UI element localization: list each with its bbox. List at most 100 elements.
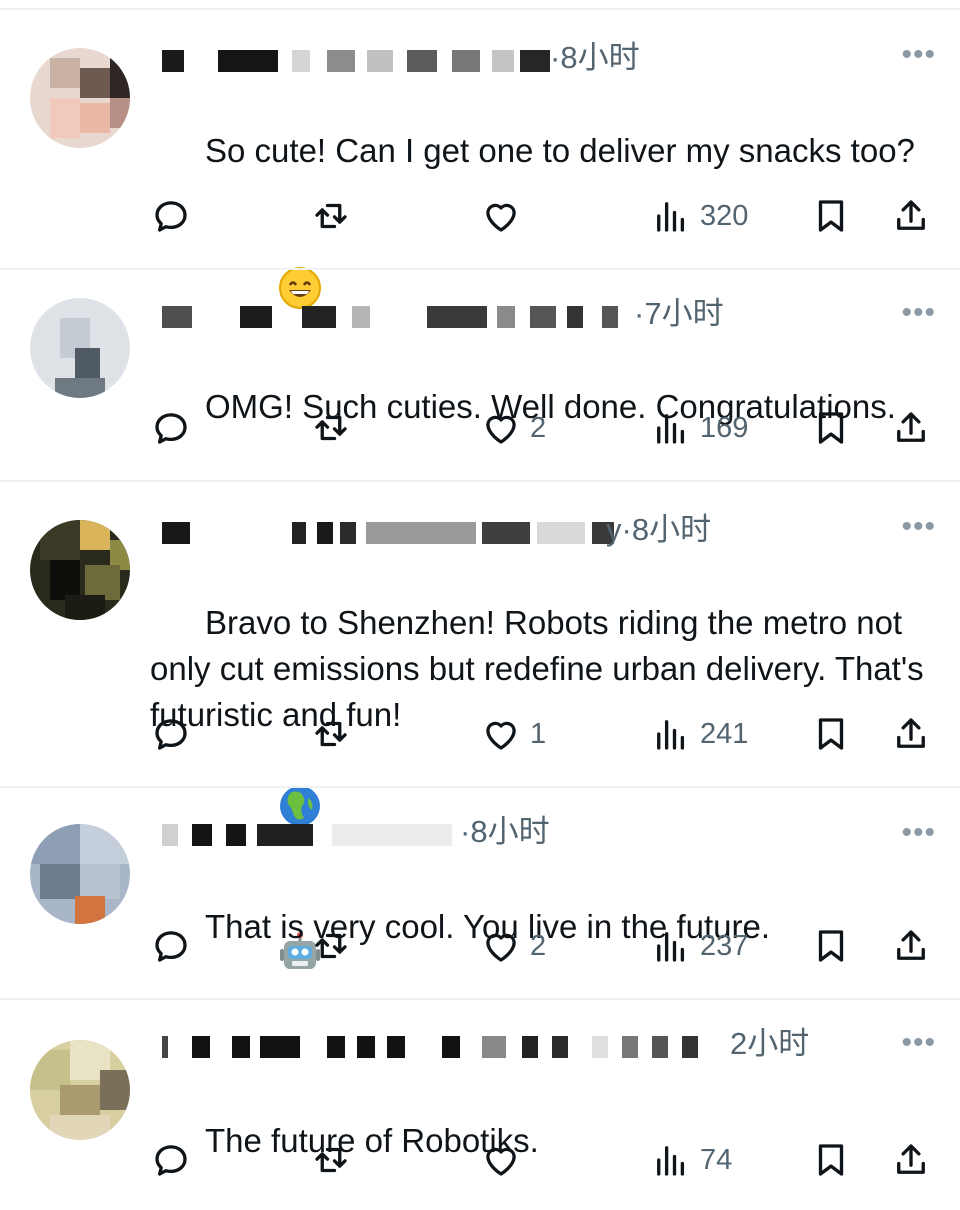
retweet-icon	[315, 1147, 347, 1173]
reply-icon	[155, 1145, 187, 1176]
view-count: 241	[700, 717, 749, 750]
share-button[interactable]	[890, 196, 932, 236]
like-button[interactable]	[480, 196, 530, 236]
like-icon	[486, 721, 516, 750]
views-button[interactable]: 74	[650, 1140, 732, 1180]
action-bar: 2 237	[150, 926, 940, 966]
more-icon[interactable]: •••	[901, 40, 936, 70]
reply-tweet[interactable]: 2小时 ••• The future of Robotiks. 74	[0, 1000, 960, 1200]
share-button[interactable]	[890, 926, 932, 966]
share-icon	[897, 200, 925, 230]
views-button[interactable]: 237	[650, 926, 748, 966]
action-bar: 320	[150, 196, 940, 236]
display-name-redacted[interactable]	[162, 50, 550, 72]
like-count: 2	[530, 929, 547, 962]
bookmark-button[interactable]	[810, 714, 852, 754]
avatar[interactable]	[30, 298, 130, 398]
reply-button[interactable]	[150, 408, 192, 448]
views-button[interactable]: 169	[650, 408, 748, 448]
display-name-redacted[interactable]	[162, 522, 622, 544]
retweet-icon	[315, 203, 347, 229]
reply-tweet[interactable]: ·8小时 ••• That is very cool. You live in …	[0, 788, 960, 998]
share-button[interactable]	[890, 408, 932, 448]
avatar[interactable]	[30, 48, 130, 148]
like-icon	[486, 203, 516, 232]
retweet-icon	[315, 721, 347, 747]
more-icon[interactable]: •••	[901, 1028, 936, 1058]
bookmark-icon	[818, 930, 844, 962]
reply-button[interactable]	[150, 1140, 192, 1180]
reply-icon	[155, 413, 187, 444]
bookmark-icon	[818, 718, 844, 750]
display-name-redacted[interactable]	[162, 306, 632, 328]
bookmark-button[interactable]	[810, 196, 852, 236]
like-icon	[486, 415, 516, 444]
display-name-redacted[interactable]	[162, 1036, 722, 1058]
like-button[interactable]: 2	[480, 408, 546, 448]
views-icon	[657, 414, 685, 444]
bookmark-icon	[818, 1144, 844, 1176]
reply-feed: ·8小时 ••• So cute! Can I get one to deliv…	[0, 0, 960, 1200]
retweet-icon	[315, 933, 347, 959]
retweet-icon	[315, 415, 347, 441]
views-icon	[657, 932, 685, 962]
views-icon	[657, 1146, 685, 1176]
tweet-text-body: So cute! Can I get one to deliver my sna…	[205, 132, 915, 169]
retweet-button[interactable]	[310, 714, 352, 754]
view-count: 74	[700, 1143, 733, 1176]
action-bar: 74	[150, 1140, 940, 1180]
more-icon[interactable]: •••	[901, 818, 936, 848]
bookmark-icon	[818, 200, 844, 232]
reply-icon	[155, 201, 187, 232]
tweet-header: ·8小时	[150, 812, 940, 852]
like-button[interactable]	[480, 1140, 530, 1180]
tweet-time[interactable]: ·7小时	[634, 294, 724, 334]
tweet-time[interactable]: ·8小时	[550, 38, 640, 78]
reply-icon	[155, 931, 187, 962]
share-icon	[897, 930, 925, 960]
more-icon[interactable]: •••	[901, 298, 936, 328]
like-icon	[486, 933, 516, 962]
reply-button[interactable]	[150, 926, 192, 966]
like-icon	[486, 1147, 516, 1176]
tweet-time[interactable]: ·8小时	[460, 812, 550, 852]
more-icon[interactable]: •••	[901, 512, 936, 542]
reply-button[interactable]	[150, 196, 192, 236]
tweet-header: ·7小时	[150, 294, 940, 334]
like-count: 1	[530, 717, 547, 750]
view-count: 320	[700, 199, 749, 232]
views-button[interactable]: 241	[650, 714, 748, 754]
action-bar: 1 241	[150, 714, 940, 754]
retweet-button[interactable]	[310, 196, 352, 236]
share-icon	[897, 1144, 925, 1174]
reply-tweet[interactable]: ·8小时 ••• So cute! Can I get one to deliv…	[0, 0, 960, 309]
like-button[interactable]: 1	[480, 714, 546, 754]
tweet-header: y·8小时	[150, 510, 940, 550]
avatar[interactable]	[30, 1040, 130, 1140]
avatar[interactable]	[30, 824, 130, 924]
like-button[interactable]: 2	[480, 926, 546, 966]
tweet-time[interactable]: 2小时	[730, 1024, 809, 1064]
bookmark-button[interactable]	[810, 408, 852, 448]
reply-icon	[155, 719, 187, 750]
share-button[interactable]	[890, 1140, 932, 1180]
view-count: 237	[700, 929, 749, 962]
views-button[interactable]: 320	[650, 196, 748, 236]
like-count: 2	[530, 411, 547, 444]
share-button[interactable]	[890, 714, 932, 754]
avatar[interactable]	[30, 520, 130, 620]
bookmark-button[interactable]	[810, 926, 852, 966]
share-icon	[897, 718, 925, 748]
tweet-header: 2小时	[150, 1024, 940, 1064]
bookmark-button[interactable]	[810, 1140, 852, 1180]
reply-tweet[interactable]: ·7小时 ••• OMG! Such cuties. Well done. Co…	[0, 270, 960, 480]
reply-button[interactable]	[150, 714, 192, 754]
tweet-time[interactable]: y·8小时	[606, 510, 711, 550]
retweet-button[interactable]	[310, 926, 352, 966]
views-icon	[657, 720, 685, 750]
retweet-button[interactable]	[310, 408, 352, 448]
retweet-button[interactable]	[310, 1140, 352, 1180]
view-count: 169	[700, 411, 749, 444]
reply-tweet[interactable]: y·8小时 ••• Bravo to Shenzhen! Robots ridi…	[0, 482, 960, 969]
display-name-redacted[interactable]	[162, 824, 462, 846]
